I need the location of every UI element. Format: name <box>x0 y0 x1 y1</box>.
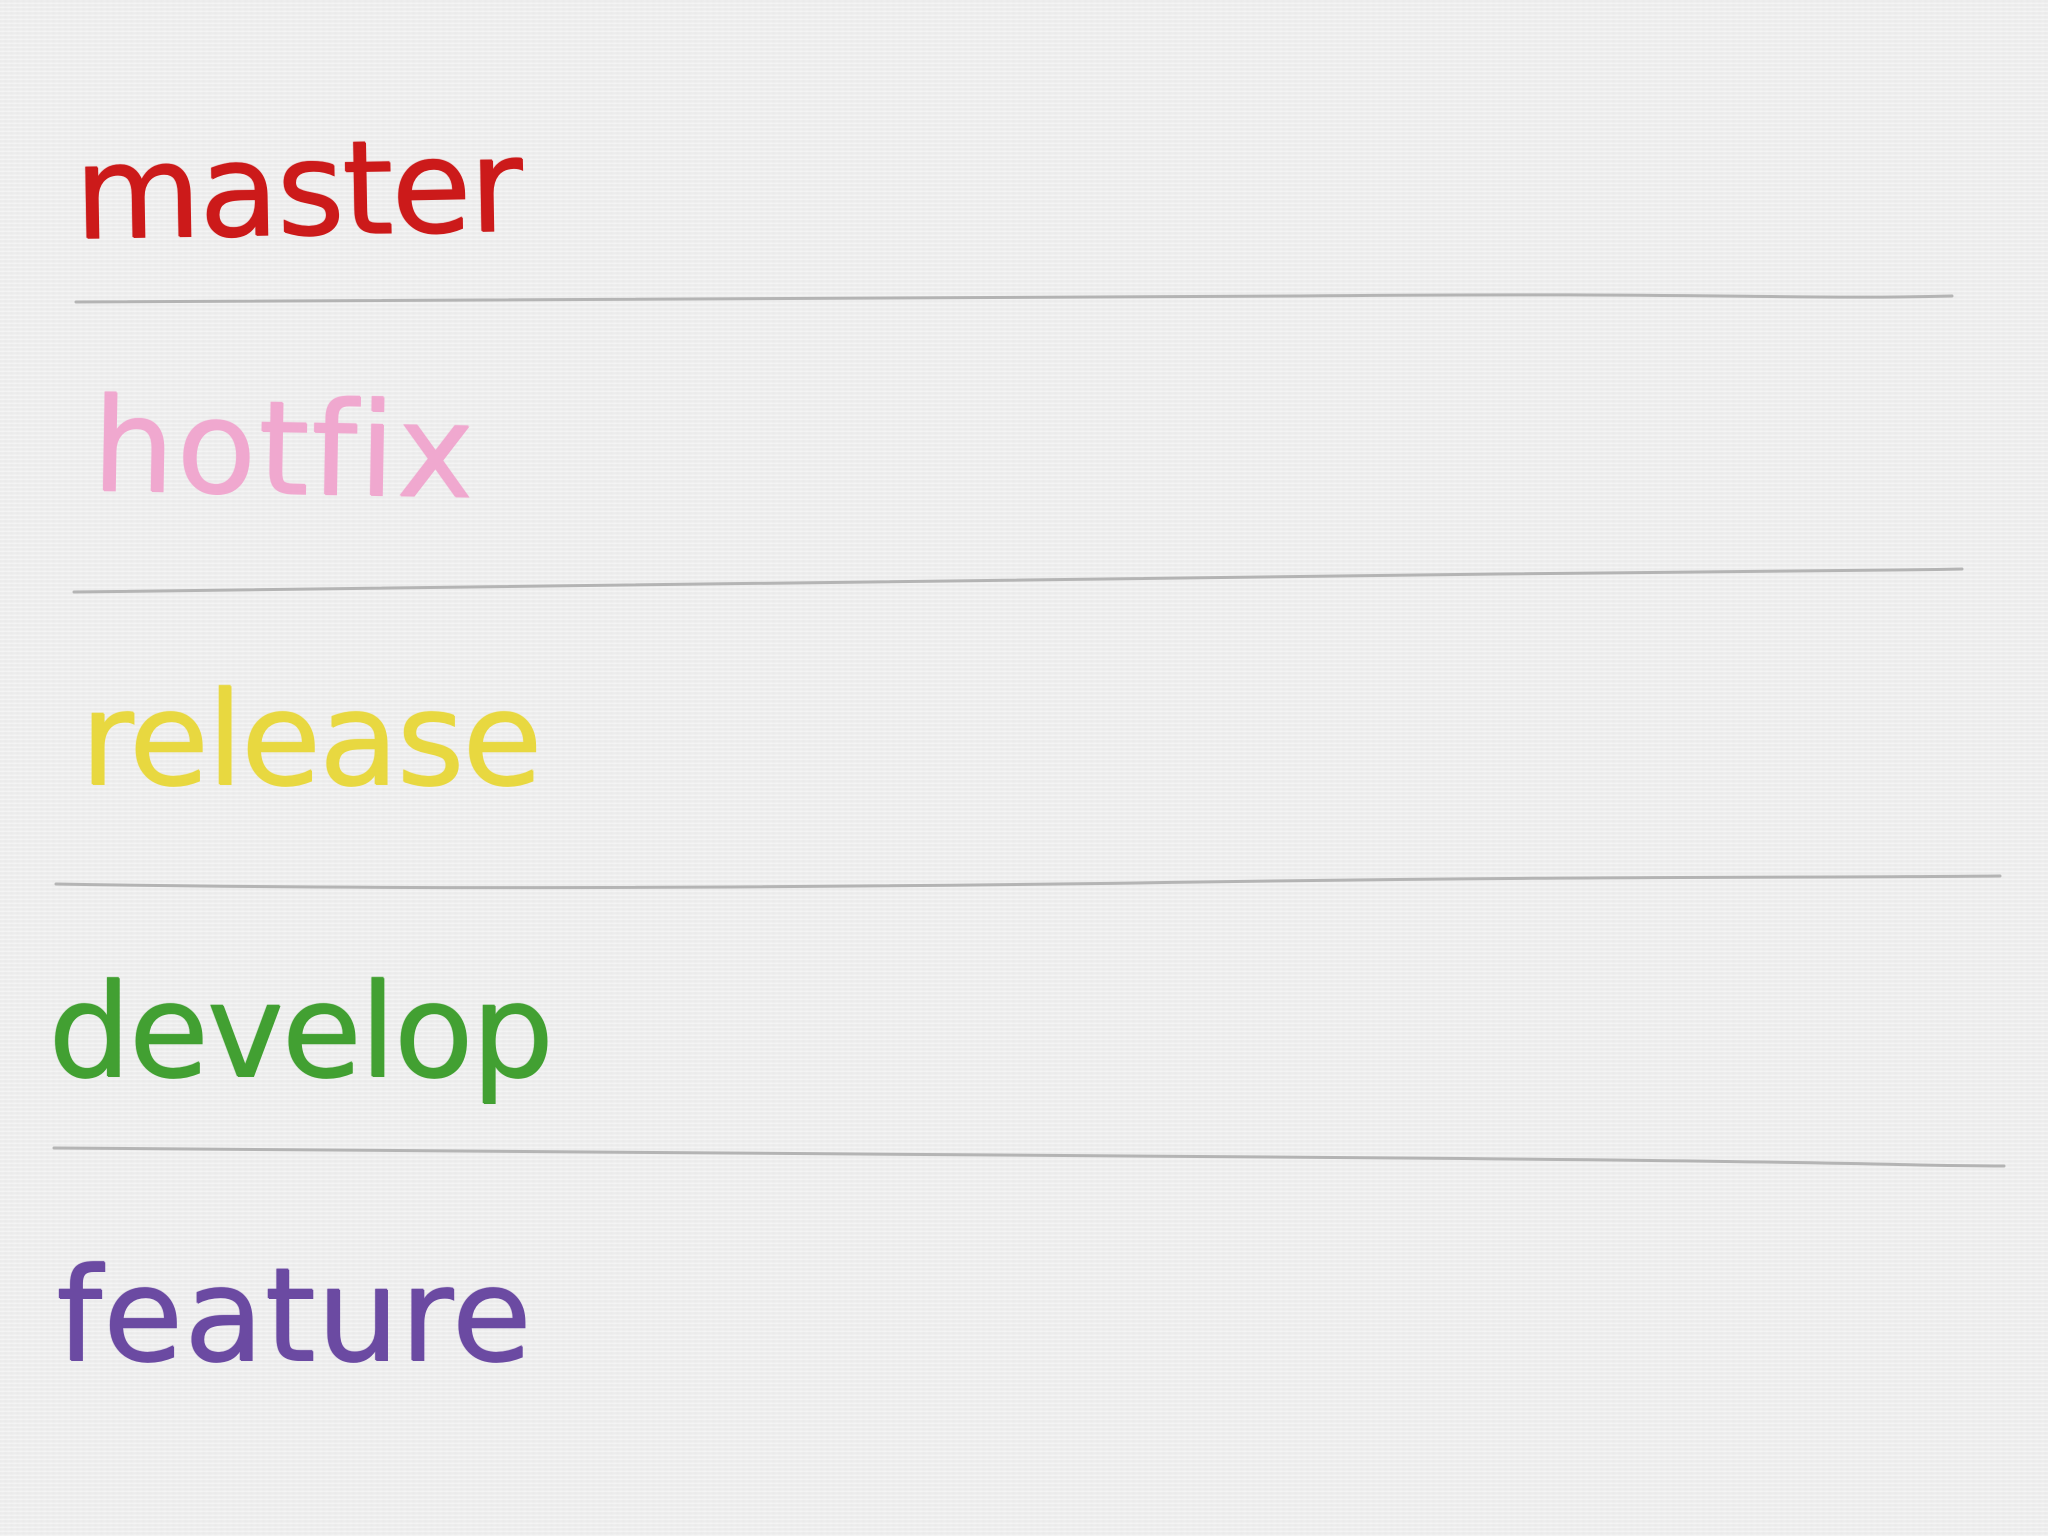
divider-line <box>52 1146 2006 1168</box>
whiteboard-canvas: master hotfix release develop feature <box>0 0 2048 1536</box>
lane-label-master: master <box>72 109 522 269</box>
divider-line <box>54 874 2002 890</box>
divider-line <box>74 293 1954 304</box>
lane-label-release: release <box>80 663 542 815</box>
divider-line <box>72 567 1964 594</box>
lane-label-develop: develop <box>48 955 554 1107</box>
lane-label-feature: feature <box>56 1239 533 1391</box>
lane-label-hotfix: hotfix <box>90 369 477 528</box>
